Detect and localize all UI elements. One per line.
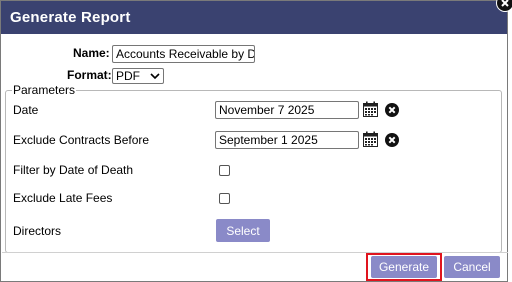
clear-date-icon[interactable] <box>385 133 399 147</box>
cancel-button[interactable]: Cancel <box>444 256 500 278</box>
close-icon <box>497 0 512 11</box>
generate-highlight <box>366 253 442 281</box>
select-directors-button[interactable]: Select <box>216 219 270 242</box>
dialog-title: Generate Report <box>10 9 131 26</box>
format-value: PDF <box>116 69 140 83</box>
filter-dod-checkbox[interactable] <box>219 165 230 176</box>
parameters-legend: Parameters <box>13 83 76 97</box>
filter-dod-label: Filter by Date of Death <box>13 163 134 177</box>
format-label: Format: <box>67 68 112 82</box>
dialog-titlebar: Generate Report <box>1 1 507 34</box>
exclude-late-fees-checkbox[interactable] <box>219 193 230 204</box>
exclude-before-label: Exclude Contracts Before <box>13 133 150 147</box>
exclude-late-fees-label: Exclude Late Fees <box>13 191 113 205</box>
generate-report-dialog: Generate Report Name: Accounts Receivabl… <box>0 0 508 282</box>
clear-date-icon[interactable] <box>385 103 399 117</box>
calendar-icon[interactable] <box>363 131 378 147</box>
close-dialog-button[interactable] <box>496 0 512 12</box>
name-input[interactable]: Accounts Receivable by Dir <box>112 45 255 63</box>
directors-label: Directors <box>13 224 62 238</box>
exclude-before-input[interactable]: September 1 2025 <box>215 131 359 149</box>
calendar-icon[interactable] <box>363 101 378 117</box>
chevron-down-icon <box>150 73 160 80</box>
name-label: Name: <box>73 46 110 60</box>
date-input[interactable]: November 7 2025 <box>215 101 359 119</box>
date-label: Date <box>13 103 39 117</box>
format-select[interactable]: PDF <box>112 68 164 84</box>
